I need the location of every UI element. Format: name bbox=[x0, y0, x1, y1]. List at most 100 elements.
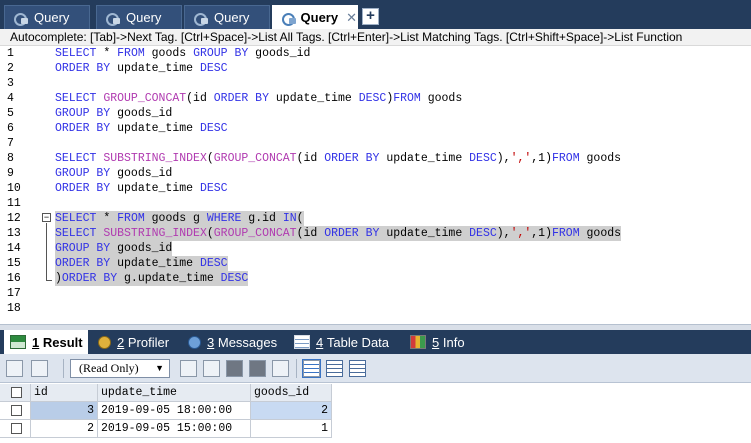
sql-text: ), bbox=[496, 152, 511, 165]
sql-keyword: DESC bbox=[199, 122, 228, 135]
sql-keyword: ORDER BY bbox=[55, 122, 111, 135]
sql-keyword: DESC bbox=[358, 92, 387, 105]
import-icon[interactable] bbox=[31, 360, 48, 377]
sql-editor[interactable]: 1 SELECT * FROM goods GROUP BY goods_id 2 O… bbox=[0, 46, 751, 324]
fold-toggle-icon[interactable]: − bbox=[42, 213, 51, 222]
sql-function: GROUP_CONCAT bbox=[103, 92, 187, 105]
sql-text: (id bbox=[186, 92, 214, 105]
info-icon bbox=[410, 335, 426, 349]
add-row-icon[interactable] bbox=[180, 360, 197, 377]
sql-text: * bbox=[96, 212, 118, 225]
line-number: 11 bbox=[7, 197, 21, 210]
editor-line[interactable]: 18 bbox=[0, 301, 751, 316]
sql-text: update_time bbox=[110, 122, 200, 135]
fold-guide bbox=[46, 223, 47, 281]
tab-result-number: 1 bbox=[32, 334, 40, 350]
line-number: 6 bbox=[7, 122, 14, 135]
code-text: GROUP BY goods_id bbox=[55, 166, 172, 181]
close-tab-icon[interactable]: ✕ bbox=[346, 10, 357, 26]
profiler-icon bbox=[98, 335, 111, 349]
tab-result-label: Result bbox=[42, 334, 83, 350]
result-mode-select[interactable]: (Read Only) ▼ bbox=[70, 359, 170, 378]
editor-line[interactable]: 8 SELECT SUBSTRING_INDEX(GROUP_CONCAT(id … bbox=[0, 151, 751, 166]
result-mode-value: (Read Only) bbox=[79, 361, 139, 375]
editor-line[interactable]: 11 bbox=[0, 196, 751, 211]
editor-line[interactable]: 5 GROUP BY goods_id bbox=[0, 106, 751, 121]
tab-result[interactable]: 1 Result bbox=[4, 330, 88, 354]
column-header-update-time[interactable]: update_time bbox=[98, 384, 251, 402]
query-icon bbox=[281, 11, 296, 26]
query-tab-label: Query bbox=[300, 10, 339, 25]
sql-function: GROUP_CONCAT bbox=[213, 227, 297, 240]
editor-line[interactable]: 1 SELECT * FROM goods GROUP BY goods_id bbox=[0, 46, 751, 61]
table-row[interactable]: 2 2019-09-05 15:00:00 1 bbox=[0, 420, 751, 438]
sql-keyword: ORDER BY bbox=[213, 92, 269, 105]
editor-line[interactable]: 3 bbox=[0, 76, 751, 91]
editor-line[interactable]: 9 GROUP BY goods_id bbox=[0, 166, 751, 181]
cell-id[interactable]: 3 bbox=[31, 402, 98, 420]
code-text: SELECT * FROM goods g WHERE g.id IN( bbox=[55, 211, 304, 226]
select-all-checkbox[interactable] bbox=[11, 387, 22, 398]
row-select-cell[interactable] bbox=[0, 402, 31, 420]
line-number: 7 bbox=[7, 137, 14, 150]
sql-text: * bbox=[96, 47, 118, 60]
editor-line[interactable]: 16)ORDER BY g.update_time DESC bbox=[0, 271, 751, 286]
code-text: SELECT * FROM goods GROUP BY goods_id bbox=[55, 46, 310, 61]
editor-line[interactable]: 12 SELECT * FROM goods g WHERE g.id IN( bbox=[0, 211, 751, 226]
tab-profiler[interactable]: 2 Profiler bbox=[92, 330, 178, 354]
query-icon bbox=[105, 11, 121, 26]
query-tab-2[interactable]: Query bbox=[96, 5, 182, 29]
tab-table-data-label: Table Data bbox=[326, 334, 390, 350]
sql-keyword: DESC bbox=[199, 257, 228, 270]
save-icon[interactable] bbox=[226, 360, 243, 377]
sql-text: update_time bbox=[268, 92, 359, 105]
query-tab-1[interactable]: Query bbox=[4, 5, 90, 29]
editor-line[interactable]: 17 bbox=[0, 286, 751, 301]
row-select-cell[interactable] bbox=[0, 420, 31, 438]
editor-line[interactable]: 7 bbox=[0, 136, 751, 151]
cell-goods-id[interactable]: 2 bbox=[251, 402, 332, 420]
tab-messages[interactable]: 3 Messages bbox=[182, 330, 282, 354]
query-tab-4-active[interactable]: Query ✕ bbox=[272, 5, 358, 29]
code-text: SELECT SUBSTRING_INDEX(GROUP_CONCAT(id O… bbox=[55, 226, 622, 241]
duplicate-row-icon[interactable] bbox=[203, 360, 220, 377]
form-view-icon[interactable] bbox=[326, 360, 343, 377]
row-checkbox[interactable] bbox=[11, 423, 22, 434]
editor-line[interactable]: 6 ORDER BY update_time DESC bbox=[0, 121, 751, 136]
row-checkbox[interactable] bbox=[11, 405, 22, 416]
editor-line[interactable]: 2 ORDER BY update_time DESC bbox=[0, 61, 751, 76]
editor-line[interactable]: 4 SELECT GROUP_CONCAT(id ORDER BY update_… bbox=[0, 91, 751, 106]
sql-keyword: GROUP BY bbox=[193, 47, 249, 60]
new-tab-button[interactable]: + bbox=[362, 8, 379, 25]
tab-profiler-number: 2 bbox=[117, 334, 125, 350]
editor-line[interactable]: 10 ORDER BY update_time DESC bbox=[0, 181, 751, 196]
text-view-icon[interactable] bbox=[349, 360, 366, 377]
line-number: 8 bbox=[7, 152, 14, 165]
export-icon[interactable] bbox=[6, 360, 23, 377]
query-tab-3[interactable]: Query bbox=[184, 5, 270, 29]
editor-line[interactable]: 14 GROUP BY goods_id bbox=[0, 241, 751, 256]
cancel-changes-icon[interactable] bbox=[272, 360, 289, 377]
sql-text: update_time bbox=[379, 152, 470, 165]
result-grid: id update_time goods_id 3 2019-09-05 18:… bbox=[0, 384, 751, 443]
column-header-goods-id[interactable]: goods_id bbox=[251, 384, 332, 402]
tab-table-data[interactable]: 4 Table Data bbox=[288, 330, 398, 354]
sql-keyword: ORDER BY bbox=[324, 152, 380, 165]
editor-line[interactable]: 15 ORDER BY update_time DESC bbox=[0, 256, 751, 271]
table-row[interactable]: 3 2019-09-05 18:00:00 2 bbox=[0, 402, 751, 420]
editor-line[interactable]: 13 SELECT SUBSTRING_INDEX(GROUP_CONCAT(id… bbox=[0, 226, 751, 241]
column-header-id[interactable]: id bbox=[31, 384, 98, 402]
cell-id[interactable]: 2 bbox=[31, 420, 98, 438]
cell-update-time[interactable]: 2019-09-05 18:00:00 bbox=[98, 402, 251, 420]
cell-goods-id[interactable]: 1 bbox=[251, 420, 332, 438]
line-number: 16 bbox=[7, 272, 21, 285]
sql-keyword: DESC bbox=[199, 62, 228, 75]
select-all-cell[interactable] bbox=[0, 384, 31, 402]
sql-text: update_time bbox=[110, 182, 200, 195]
delete-icon[interactable] bbox=[249, 360, 266, 377]
tab-info[interactable]: 5 Info bbox=[404, 330, 474, 354]
line-number: 15 bbox=[7, 257, 21, 270]
grid-view-icon[interactable] bbox=[302, 359, 321, 378]
sql-text: goods_id bbox=[110, 107, 173, 120]
cell-update-time[interactable]: 2019-09-05 15:00:00 bbox=[98, 420, 251, 438]
